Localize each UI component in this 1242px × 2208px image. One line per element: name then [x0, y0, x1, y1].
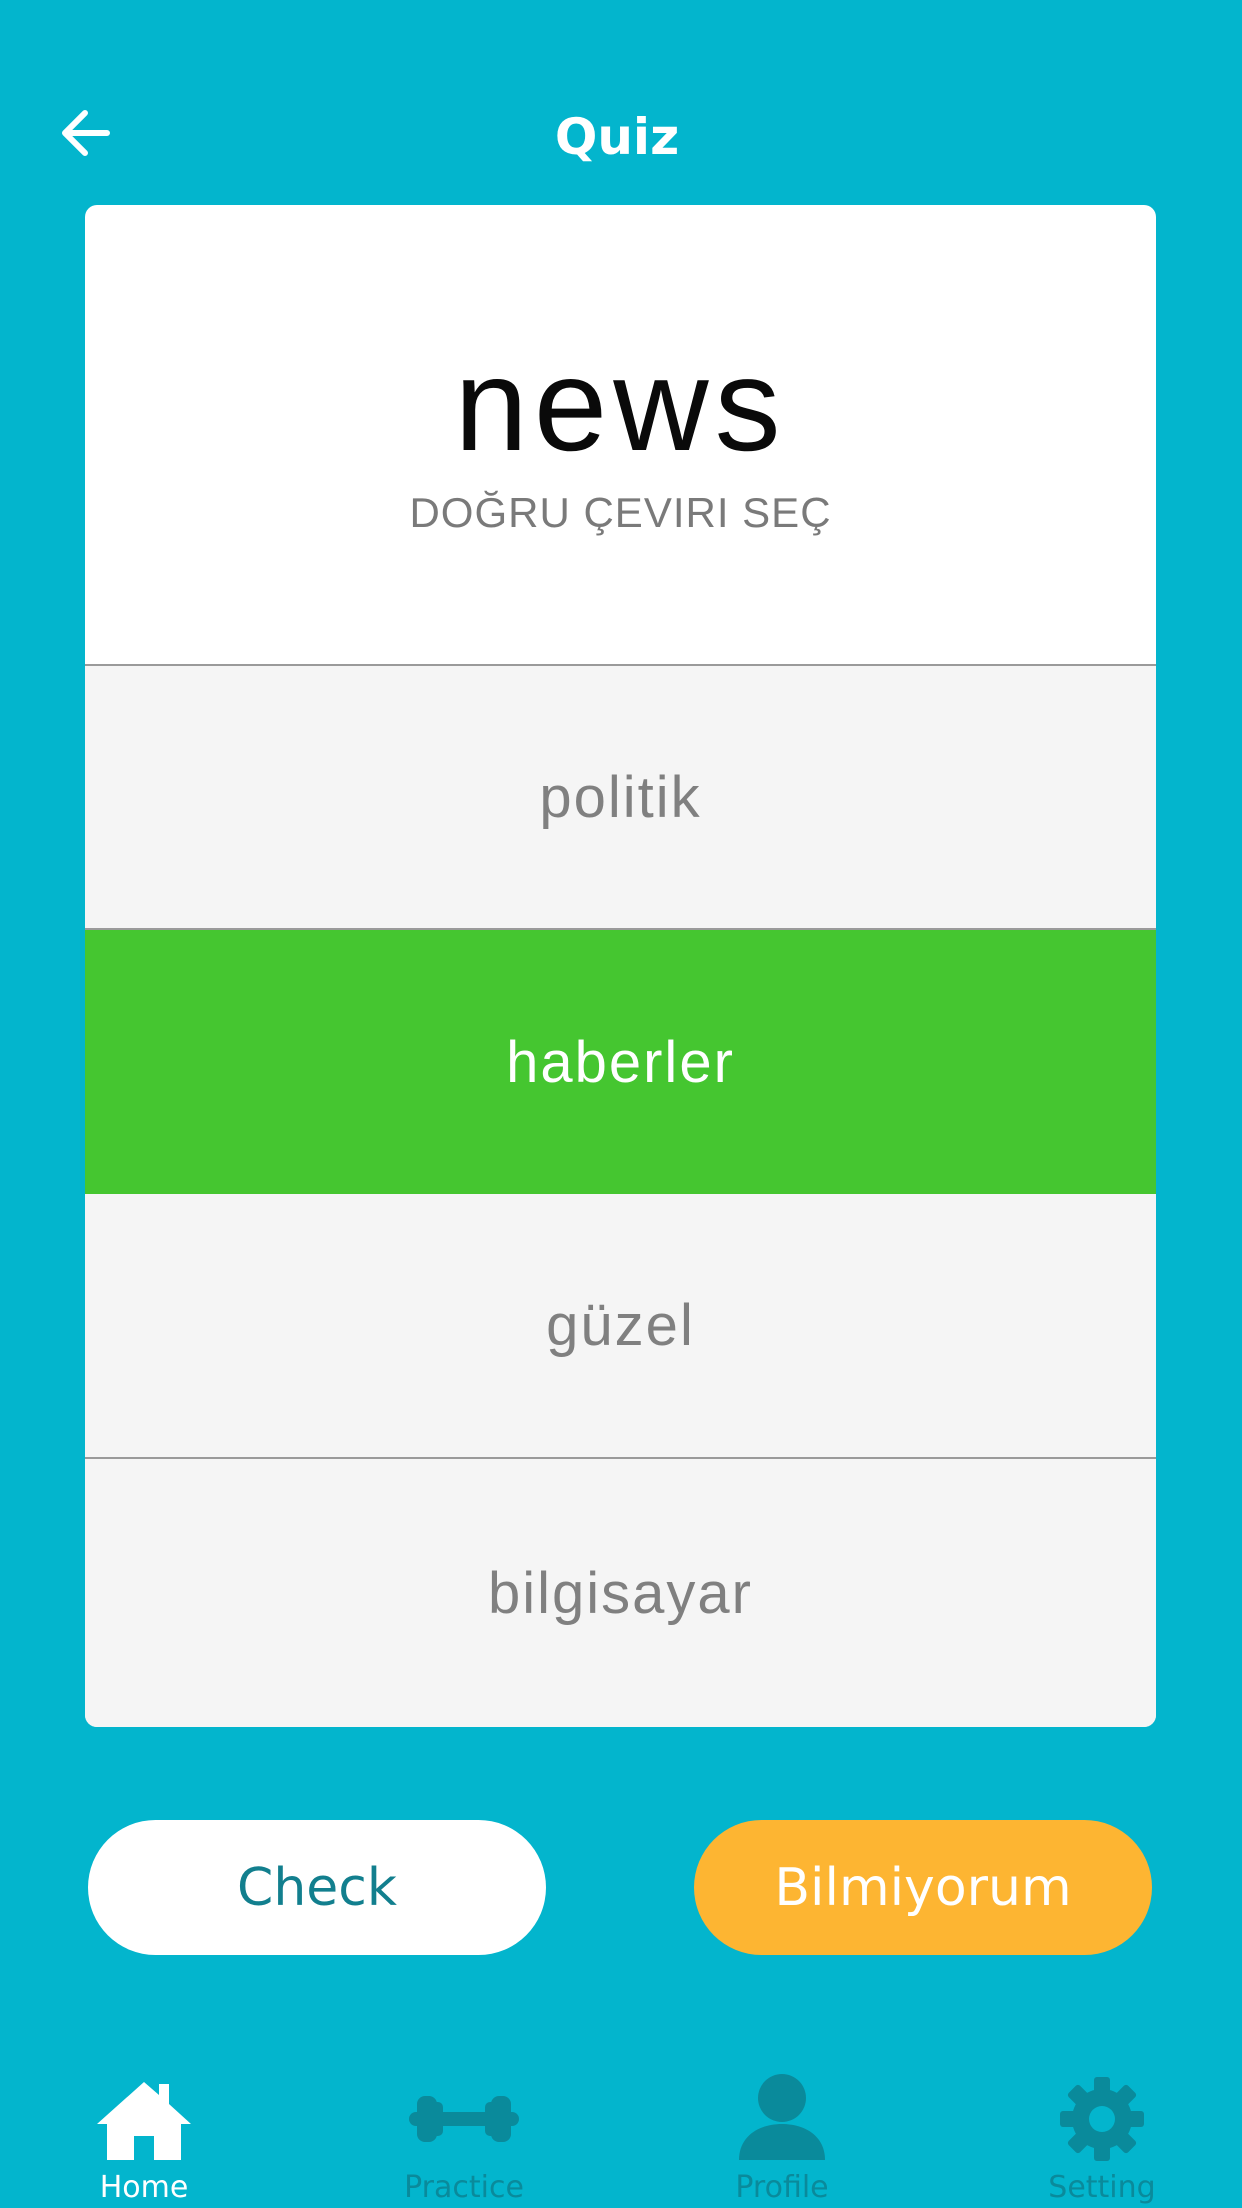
answer-option-3[interactable]: güzel — [85, 1194, 1156, 1459]
answer-option-label: bilgisayar — [488, 1560, 753, 1626]
page-title: Quiz — [554, 108, 680, 166]
nav-item-home[interactable]: Home — [34, 2070, 254, 2208]
dumbbell-icon — [409, 2096, 519, 2142]
question-instruction: DOĞRU ÇEVIRI SEÇ — [409, 489, 832, 536]
nav-item-profile[interactable]: Profile — [672, 2070, 892, 2208]
answer-option-label: politik — [539, 764, 702, 830]
answer-option-label: haberler — [506, 1029, 735, 1095]
nav-label-setting: Setting — [1048, 2170, 1156, 2205]
person-icon — [739, 2074, 825, 2160]
nav-item-setting[interactable]: Setting — [992, 2070, 1212, 2208]
answer-option-1[interactable]: politik — [85, 666, 1156, 930]
check-button[interactable]: Check — [88, 1820, 546, 1955]
nav-item-practice[interactable]: Practice — [354, 2070, 574, 2208]
dont-know-button[interactable]: Bilmiyorum — [694, 1820, 1152, 1955]
gear-icon — [1060, 2077, 1144, 2161]
answer-option-4[interactable]: bilgisayar — [85, 1459, 1156, 1727]
answer-option-2-selected[interactable]: haberler — [85, 930, 1156, 1194]
quiz-card: news DOĞRU ÇEVIRI SEÇ politik haberler g… — [85, 205, 1156, 1727]
nav-label-practice: Practice — [404, 2170, 524, 2205]
nav-label-home: Home — [99, 2170, 189, 2205]
nav-label-profile: Profile — [735, 2170, 829, 2205]
question-area: news DOĞRU ÇEVIRI SEÇ — [85, 205, 1156, 666]
bottom-nav: Home Practice Profile Setting — [0, 2070, 1242, 2208]
question-word: news — [454, 331, 787, 478]
home-icon — [97, 2082, 191, 2160]
answer-option-label: güzel — [546, 1293, 695, 1358]
